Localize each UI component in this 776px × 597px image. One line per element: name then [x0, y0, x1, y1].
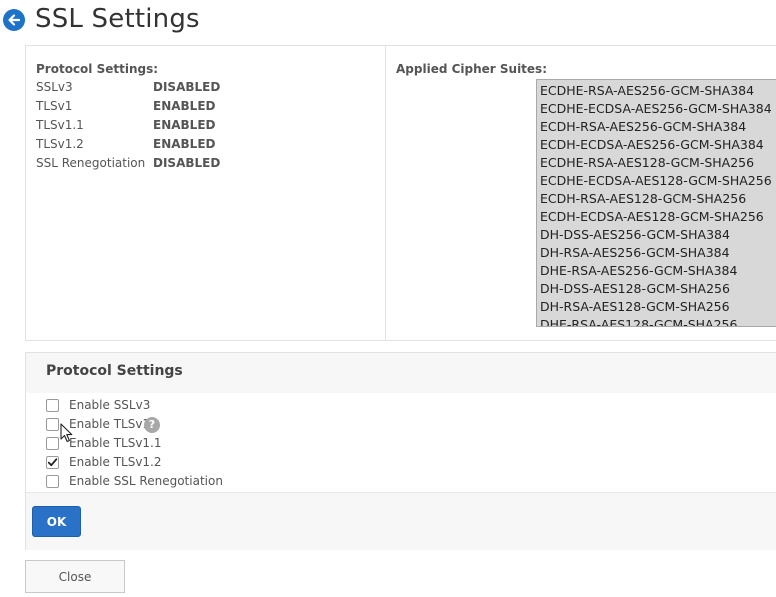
cipher-item[interactable]: ECDHE-RSA-AES256-GCM-SHA384: [540, 82, 776, 100]
help-icon[interactable]: ?: [144, 417, 160, 433]
enable-tlsv1-2-label[interactable]: Enable TLSv1.2: [69, 455, 162, 469]
page-title: SSL Settings: [35, 4, 200, 34]
enable-sslv3-checkbox[interactable]: [46, 399, 59, 412]
mouse-pointer-icon: [60, 423, 73, 443]
cipher-item[interactable]: ECDHE-ECDSA-AES256-GCM-SHA384: [540, 100, 776, 118]
protocol-status: ENABLED: [153, 118, 216, 132]
protocol-summary-heading: Protocol Settings:: [36, 62, 159, 76]
protocol-row-ssl-renegotiation: SSL Renegotiation DISABLED: [36, 156, 336, 174]
enable-tlsv1-checkbox[interactable]: [46, 418, 59, 431]
protocol-settings-title: Protocol Settings: [46, 363, 183, 379]
cipher-item[interactable]: ECDHE-ECDSA-AES128-GCM-SHA256: [540, 172, 776, 190]
cipher-item[interactable]: ECDH-RSA-AES128-GCM-SHA256: [540, 190, 776, 208]
cipher-item[interactable]: ECDH-ECDSA-AES256-GCM-SHA384: [540, 136, 776, 154]
cipher-item[interactable]: DH-DSS-AES256-GCM-SHA384: [540, 226, 776, 244]
summary-divider: [385, 46, 386, 340]
protocol-row-sslv3: SSLv3 DISABLED: [36, 80, 336, 98]
back-arrow-icon: [8, 14, 21, 26]
cipher-item[interactable]: ECDHE-RSA-AES128-GCM-SHA256: [540, 154, 776, 172]
protocol-status: DISABLED: [153, 156, 221, 170]
enable-tlsv1-label[interactable]: Enable TLSv1: [69, 417, 150, 431]
cipher-item[interactable]: ECDH-RSA-AES256-GCM-SHA384: [540, 118, 776, 136]
cipher-item[interactable]: DHE-RSA-AES128-GCM-SHA256: [540, 316, 776, 326]
enable-tlsv1-2-checkbox[interactable]: [46, 456, 59, 469]
cipher-item[interactable]: DH-RSA-AES128-GCM-SHA256: [540, 298, 776, 316]
cipher-suites-list[interactable]: ECDHE-RSA-AES256-GCM-SHA384 ECDHE-ECDSA-…: [536, 79, 776, 327]
protocol-name: TLSv1: [36, 99, 73, 113]
protocol-name: SSLv3: [36, 80, 73, 94]
enable-tlsv1-1-checkbox[interactable]: [46, 437, 59, 450]
back-button[interactable]: [3, 9, 25, 31]
close-button[interactable]: Close: [25, 560, 125, 593]
enable-ssl-renegotiation-label[interactable]: Enable SSL Renegotiation: [69, 474, 223, 488]
protocol-status: ENABLED: [153, 99, 216, 113]
protocol-status: ENABLED: [153, 137, 216, 151]
enable-ssl-renegotiation-checkbox[interactable]: [46, 475, 59, 488]
enable-sslv3-label[interactable]: Enable SSLv3: [69, 398, 150, 412]
protocol-row-tlsv1-1: TLSv1.1 ENABLED: [36, 118, 336, 136]
protocol-status: DISABLED: [153, 80, 221, 94]
cipher-item[interactable]: DHE-RSA-AES256-GCM-SHA384: [540, 262, 776, 280]
cipher-item[interactable]: DH-RSA-AES256-GCM-SHA384: [540, 244, 776, 262]
protocol-name: TLSv1.1: [36, 118, 84, 132]
protocol-name: TLSv1.2: [36, 137, 84, 151]
settings-footer-bar: [26, 492, 776, 550]
checkmark-icon: [47, 458, 58, 467]
protocol-row-tlsv1: TLSv1 ENABLED: [36, 99, 336, 117]
enable-tlsv1-1-label[interactable]: Enable TLSv1.1: [69, 436, 162, 450]
cipher-item[interactable]: ECDH-ECDSA-AES128-GCM-SHA256: [540, 208, 776, 226]
cipher-item[interactable]: DH-DSS-AES128-GCM-SHA256: [540, 280, 776, 298]
protocol-name: SSL Renegotiation: [36, 156, 146, 170]
cipher-suites-heading: Applied Cipher Suites:: [396, 62, 548, 76]
protocol-row-tlsv1-2: TLSv1.2 ENABLED: [36, 137, 336, 155]
ok-button[interactable]: OK: [32, 506, 81, 537]
